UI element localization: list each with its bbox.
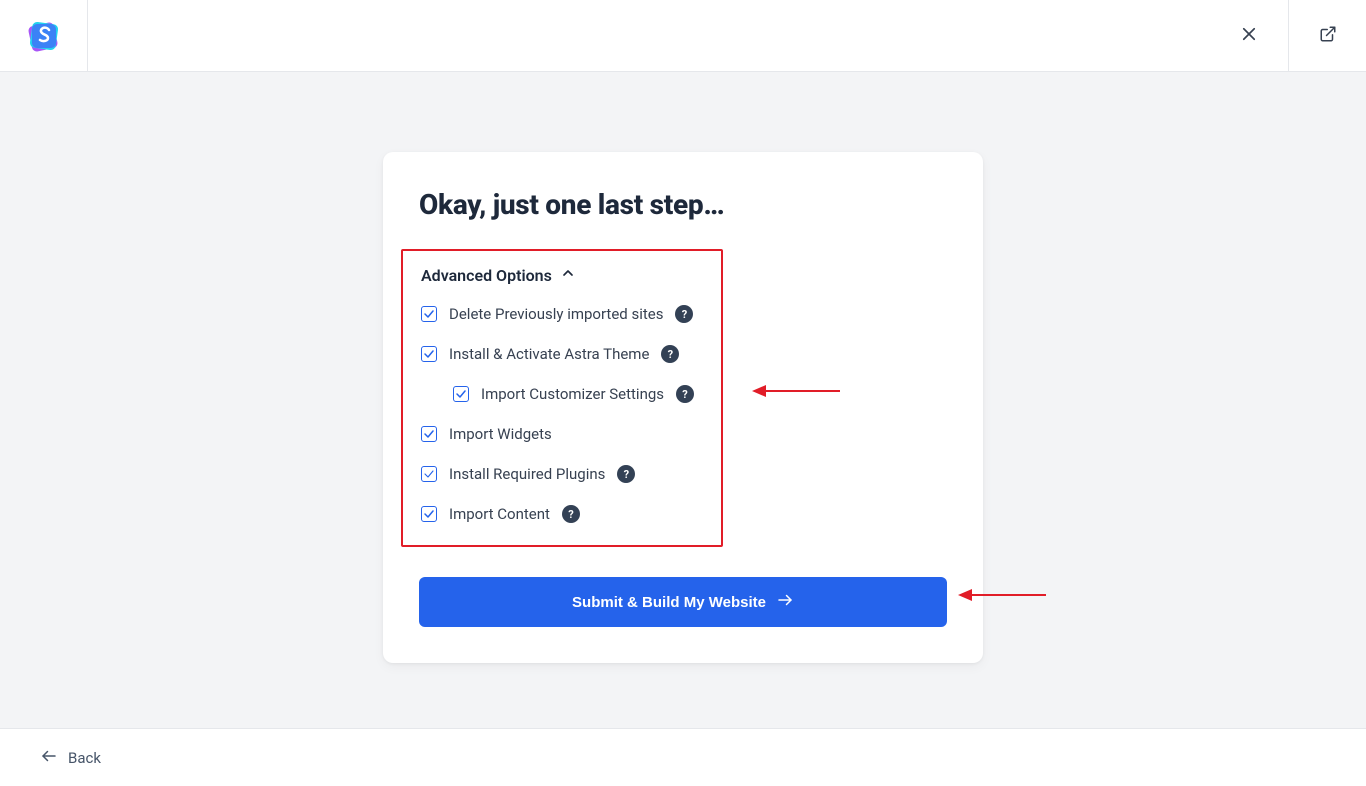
- checkbox-checked-icon: [421, 306, 437, 322]
- checkbox-checked-icon: [421, 426, 437, 442]
- option-import-widgets[interactable]: Import Widgets: [421, 425, 703, 443]
- option-label: Import Widgets: [449, 425, 552, 443]
- canvas: Okay, just one last step… Advanced Optio…: [0, 72, 1366, 728]
- option-import-content[interactable]: Import Content ?: [421, 505, 703, 523]
- back-label: Back: [68, 749, 101, 767]
- back-button[interactable]: Back: [40, 747, 101, 769]
- checkbox-checked-icon: [421, 466, 437, 482]
- close-button[interactable]: [1210, 0, 1288, 71]
- arrow-right-icon: [776, 591, 794, 613]
- advanced-options-toggle[interactable]: Advanced Options: [421, 265, 703, 285]
- checkbox-checked-icon: [453, 386, 469, 402]
- footer-bar: Back: [0, 728, 1366, 786]
- chevron-up-icon: [560, 265, 576, 285]
- option-label: Import Content: [449, 505, 550, 523]
- open-external-button[interactable]: [1288, 0, 1366, 71]
- external-link-icon: [1319, 25, 1337, 47]
- option-label: Install & Activate Astra Theme: [449, 345, 649, 363]
- help-icon[interactable]: ?: [617, 465, 635, 483]
- advanced-options-label: Advanced Options: [421, 266, 552, 285]
- arrow-left-icon: [40, 747, 58, 769]
- top-bar: [0, 0, 1366, 72]
- submit-build-button[interactable]: Submit & Build My Website: [419, 577, 947, 627]
- option-label: Install Required Plugins: [449, 465, 605, 483]
- page-title: Okay, just one last step…: [419, 188, 947, 221]
- app-logo-icon: [24, 16, 64, 56]
- close-icon: [1240, 25, 1258, 47]
- option-label: Import Customizer Settings: [481, 385, 664, 403]
- option-delete-previous[interactable]: Delete Previously imported sites ?: [421, 305, 703, 323]
- help-icon[interactable]: ?: [562, 505, 580, 523]
- option-install-plugins[interactable]: Install Required Plugins ?: [421, 465, 703, 483]
- checkbox-checked-icon: [421, 346, 437, 362]
- checkbox-checked-icon: [421, 506, 437, 522]
- submit-label: Submit & Build My Website: [572, 594, 766, 611]
- final-step-card: Okay, just one last step… Advanced Optio…: [383, 152, 983, 663]
- topbar-actions: [1210, 0, 1366, 71]
- advanced-options-list: Delete Previously imported sites ? Insta…: [421, 305, 703, 523]
- help-icon[interactable]: ?: [661, 345, 679, 363]
- logo-cell: [0, 0, 88, 71]
- advanced-options-box: Advanced Options Delete Previously impor…: [401, 249, 723, 547]
- option-import-customizer[interactable]: Import Customizer Settings ?: [453, 385, 703, 403]
- option-label: Delete Previously imported sites: [449, 305, 663, 323]
- help-icon[interactable]: ?: [675, 305, 693, 323]
- help-icon[interactable]: ?: [676, 385, 694, 403]
- option-install-astra[interactable]: Install & Activate Astra Theme ?: [421, 345, 703, 363]
